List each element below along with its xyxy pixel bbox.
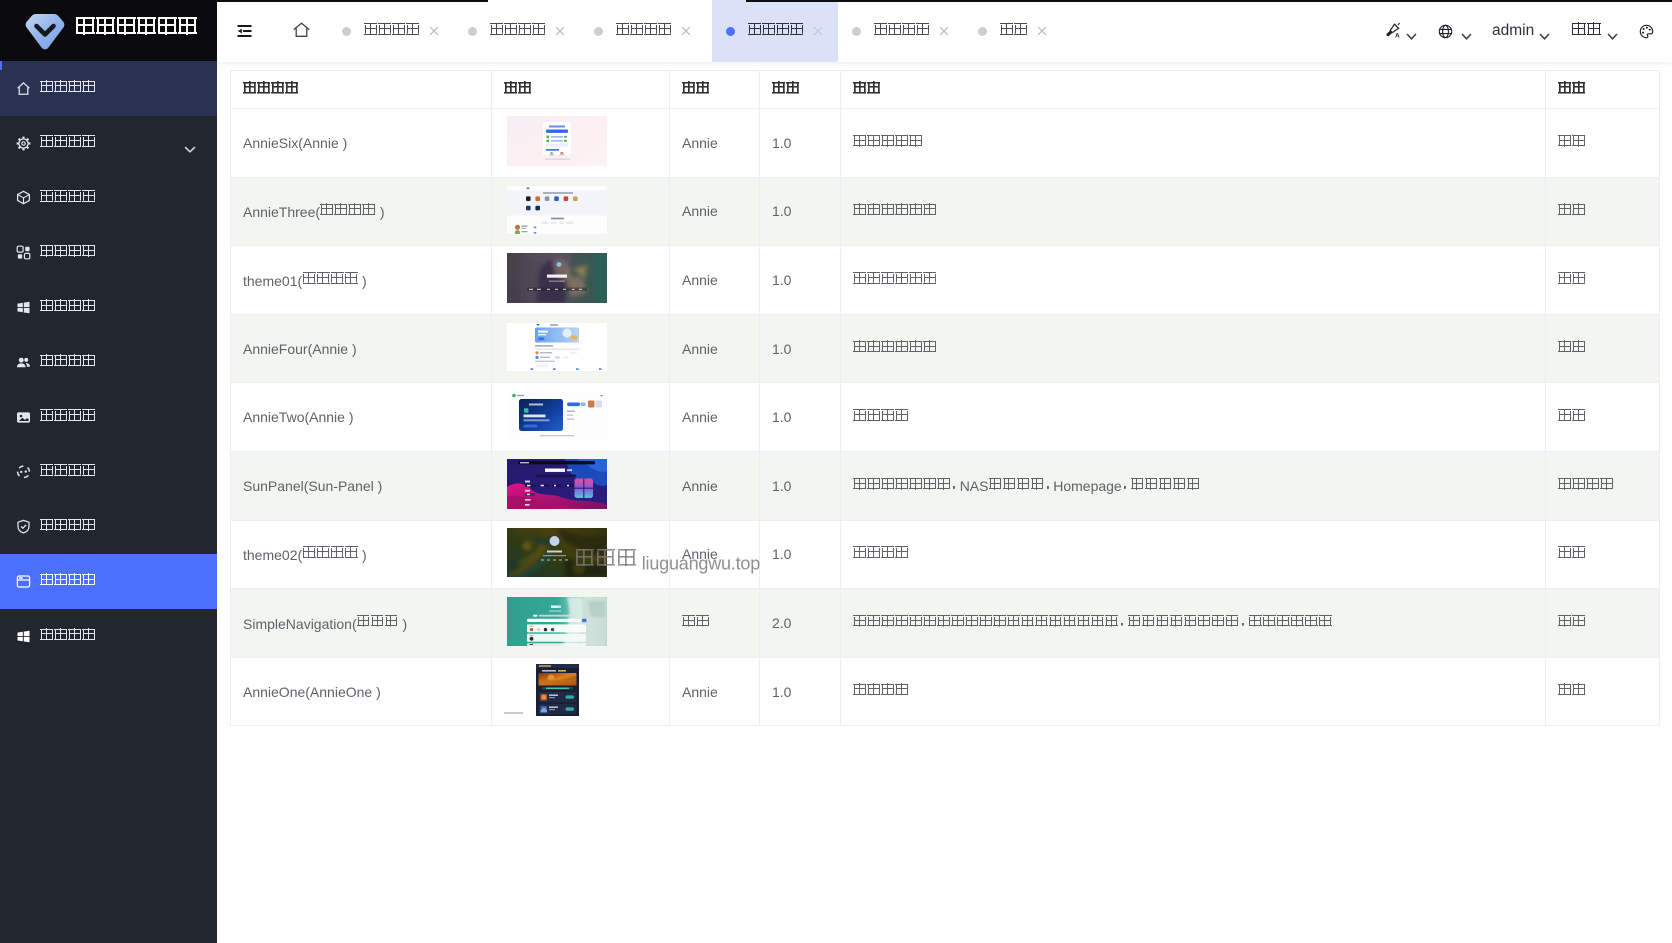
svg-text:A: A xyxy=(1395,32,1400,38)
